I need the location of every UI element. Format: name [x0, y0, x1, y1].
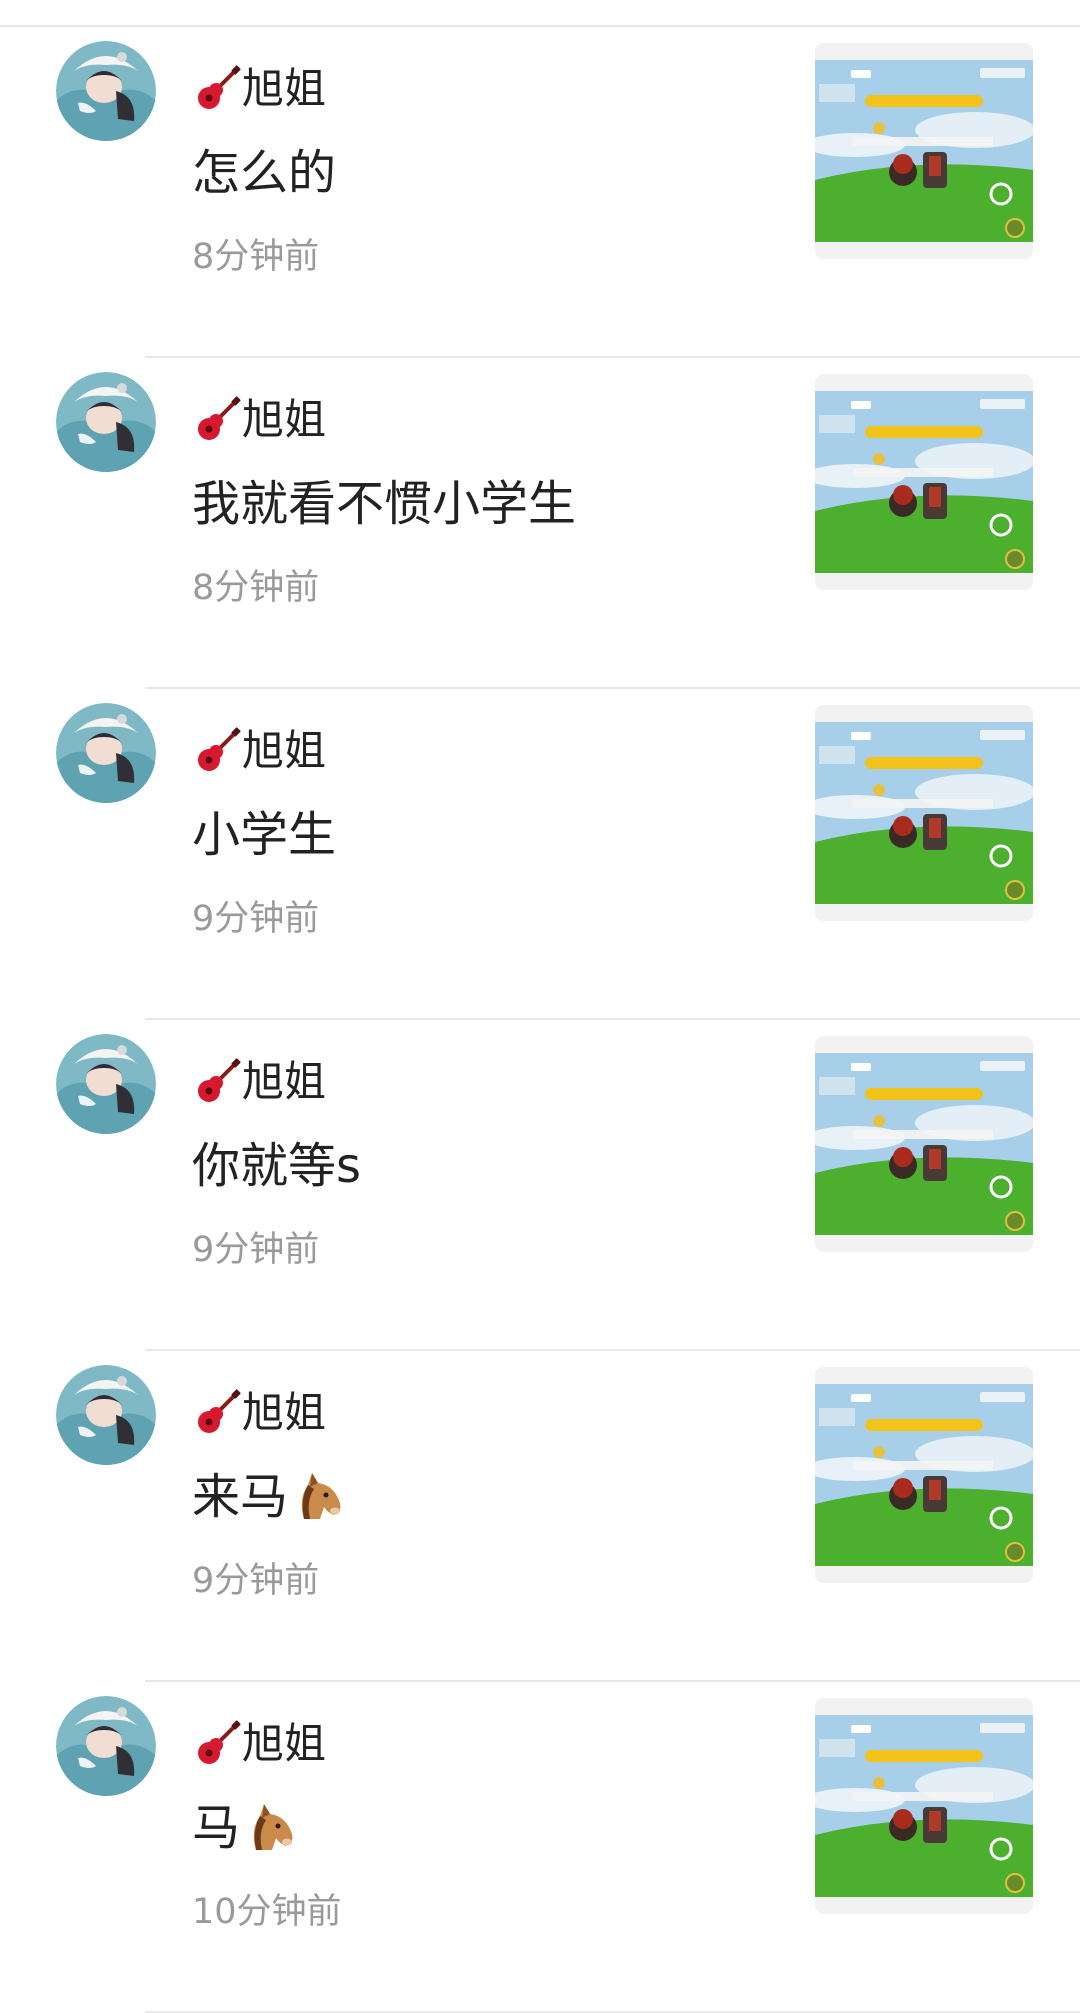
comment-text-content: 来马	[192, 1469, 289, 1525]
username[interactable]: 旭姐	[242, 1385, 326, 1441]
post-thumbnail[interactable]	[815, 1698, 1033, 1914]
horse-face-icon	[290, 1469, 346, 1525]
user-avatar[interactable]	[56, 372, 156, 472]
post-thumbnail[interactable]	[815, 1367, 1033, 1583]
user-avatar[interactable]	[56, 703, 156, 803]
comment-item[interactable]: 旭姐 小学生 9分钟前	[0, 689, 1080, 1020]
comment-text: 怎么的	[192, 140, 336, 206]
username[interactable]: 旭姐	[242, 392, 326, 448]
post-thumbnail[interactable]	[815, 374, 1033, 590]
comment-text: 你就等s	[192, 1133, 361, 1199]
name-row[interactable]: 旭姐	[192, 1716, 326, 1772]
comment-text: 来马	[192, 1464, 346, 1530]
name-row[interactable]: 旭姐	[192, 1054, 326, 1110]
comment-item[interactable]: 旭姐 你就等s 9分钟前	[0, 1020, 1080, 1351]
post-thumbnail[interactable]	[815, 43, 1033, 259]
timestamp: 9分钟前	[192, 1561, 320, 1601]
comment-text: 小学生	[192, 802, 336, 868]
comment-text: 马	[192, 1795, 298, 1861]
username[interactable]: 旭姐	[242, 61, 326, 117]
guitar-icon	[192, 64, 242, 114]
comment-item[interactable]: 旭姐 来马 9分钟前	[0, 1351, 1080, 1682]
comment-text: 我就看不惯小学生	[192, 471, 576, 537]
comment-item[interactable]: 旭姐 怎么的 8分钟前	[0, 27, 1080, 358]
guitar-icon	[192, 726, 242, 776]
user-avatar[interactable]	[56, 1034, 156, 1134]
timestamp: 9分钟前	[192, 1230, 320, 1270]
comment-text-content: 马	[192, 1800, 241, 1856]
guitar-icon	[192, 1388, 242, 1438]
post-thumbnail[interactable]	[815, 1036, 1033, 1252]
comment-list: 旭姐 怎么的 8分钟前 旭姐 我就看不惯小学生 8分钟前 旭姐 小学生 9分钟前…	[0, 27, 1080, 2013]
username[interactable]: 旭姐	[242, 723, 326, 779]
username[interactable]: 旭姐	[242, 1716, 326, 1772]
comment-text-content: 小学生	[192, 807, 337, 863]
name-row[interactable]: 旭姐	[192, 723, 326, 779]
comment-text-content: 你就等s	[192, 1138, 362, 1194]
timestamp: 10分钟前	[192, 1892, 342, 1932]
timestamp: 9分钟前	[192, 899, 320, 939]
guitar-icon	[192, 1719, 242, 1769]
comment-text-content: 我就看不惯小学生	[192, 476, 577, 532]
comment-text-content: 怎么的	[192, 145, 337, 201]
user-avatar[interactable]	[56, 1365, 156, 1465]
post-thumbnail[interactable]	[815, 705, 1033, 921]
guitar-icon	[192, 1057, 242, 1107]
horse-face-icon	[242, 1800, 298, 1856]
guitar-icon	[192, 395, 242, 445]
timestamp: 8分钟前	[192, 237, 320, 277]
name-row[interactable]: 旭姐	[192, 61, 326, 117]
comment-item[interactable]: 旭姐 马 10分钟前	[0, 1682, 1080, 2013]
timestamp: 8分钟前	[192, 568, 320, 608]
user-avatar[interactable]	[56, 1696, 156, 1796]
user-avatar[interactable]	[56, 41, 156, 141]
name-row[interactable]: 旭姐	[192, 1385, 326, 1441]
name-row[interactable]: 旭姐	[192, 392, 326, 448]
comment-item[interactable]: 旭姐 我就看不惯小学生 8分钟前	[0, 358, 1080, 689]
username[interactable]: 旭姐	[242, 1054, 326, 1110]
